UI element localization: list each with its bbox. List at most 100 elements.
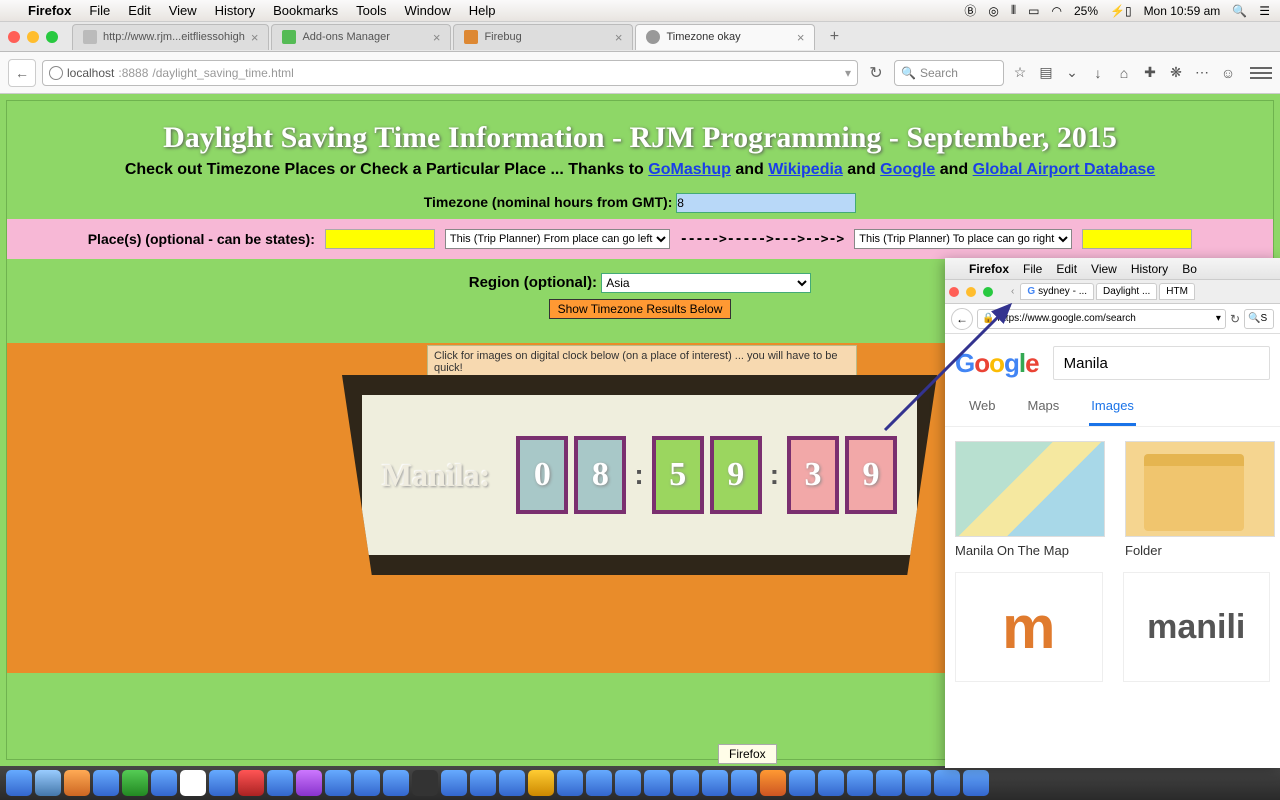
battery-icon[interactable]: ⚡▯ bbox=[1110, 4, 1132, 18]
dock-app-icon[interactable] bbox=[702, 770, 728, 796]
dock-app-icon[interactable] bbox=[876, 770, 902, 796]
place-from-input[interactable] bbox=[325, 229, 435, 249]
dock-app-icon[interactable] bbox=[789, 770, 815, 796]
dock-app-icon[interactable] bbox=[441, 770, 467, 796]
dock-app-icon[interactable] bbox=[93, 770, 119, 796]
close-window-button[interactable] bbox=[949, 287, 959, 297]
dock-app-icon[interactable] bbox=[963, 770, 989, 796]
gtab-web[interactable]: Web bbox=[967, 388, 998, 426]
result-card[interactable]: Manila On The Map bbox=[955, 441, 1105, 558]
show-results-button[interactable]: Show Timezone Results Below bbox=[549, 299, 732, 319]
dock-app-icon[interactable] bbox=[412, 770, 438, 796]
close-icon[interactable]: × bbox=[797, 30, 805, 45]
dock-app-icon[interactable] bbox=[615, 770, 641, 796]
timezone-select[interactable] bbox=[676, 193, 856, 213]
zoom-window-button[interactable] bbox=[983, 287, 993, 297]
result-card[interactable]: Folder bbox=[1125, 441, 1275, 558]
address-bar[interactable]: 🔒https://www.google.com/search▾ bbox=[977, 309, 1226, 329]
dock-app-icon[interactable] bbox=[296, 770, 322, 796]
back-button[interactable]: ← bbox=[951, 308, 973, 330]
close-window-button[interactable] bbox=[8, 31, 20, 43]
clipboard-icon[interactable]: ▤ bbox=[1036, 63, 1056, 83]
close-icon[interactable]: × bbox=[615, 30, 623, 45]
dock-app-icon[interactable] bbox=[586, 770, 612, 796]
ext-icon[interactable]: ❋ bbox=[1166, 63, 1186, 83]
dock-finder-icon[interactable] bbox=[6, 770, 32, 796]
dropdown-icon[interactable]: ▾ bbox=[845, 66, 851, 80]
status-icon[interactable]: ◎ bbox=[988, 4, 998, 18]
tab-timezone[interactable]: Timezone okay× bbox=[635, 24, 815, 50]
downloads-icon[interactable]: ↓ bbox=[1088, 63, 1108, 83]
dock-app-icon[interactable] bbox=[354, 770, 380, 796]
home-icon[interactable]: ⌂ bbox=[1114, 63, 1134, 83]
menu-bookmarks[interactable]: Bookmarks bbox=[273, 3, 338, 18]
bookmark-star-icon[interactable]: ☆ bbox=[1010, 63, 1030, 83]
place-to-input[interactable] bbox=[1082, 229, 1192, 249]
dock-app-icon[interactable] bbox=[64, 770, 90, 796]
dock-app-icon[interactable] bbox=[383, 770, 409, 796]
dock-app-icon[interactable] bbox=[267, 770, 293, 796]
address-bar[interactable]: localhost:8888/daylight_saving_time.html… bbox=[42, 60, 858, 86]
ext-icon[interactable]: ⋯ bbox=[1192, 63, 1212, 83]
menu-button[interactable] bbox=[1250, 67, 1272, 79]
dock-app-icon[interactable] bbox=[905, 770, 931, 796]
back-button[interactable]: ← bbox=[8, 59, 36, 87]
dock-app-icon[interactable] bbox=[238, 770, 264, 796]
menu-view[interactable]: View bbox=[169, 3, 197, 18]
result-logo[interactable]: manili bbox=[1123, 572, 1271, 682]
minimize-window-button[interactable] bbox=[27, 31, 39, 43]
region-select[interactable]: Asia bbox=[601, 273, 811, 293]
menu-view[interactable]: View bbox=[1091, 262, 1117, 276]
reload-button[interactable]: ↻ bbox=[864, 63, 888, 83]
dock-app-icon[interactable] bbox=[557, 770, 583, 796]
gtab-images[interactable]: Images bbox=[1089, 388, 1136, 426]
menu-bookmarks[interactable]: Bo bbox=[1182, 262, 1197, 276]
link-gomashup[interactable]: GoMashup bbox=[648, 161, 731, 178]
dock-app-icon[interactable] bbox=[731, 770, 757, 796]
minimize-window-button[interactable] bbox=[966, 287, 976, 297]
puzzle-icon[interactable]: ✚ bbox=[1140, 63, 1160, 83]
dock-app-icon[interactable] bbox=[180, 770, 206, 796]
tab-addons[interactable]: Add-ons Manager× bbox=[271, 24, 451, 50]
menubar-clock[interactable]: Mon 10:59 am bbox=[1144, 4, 1221, 18]
dock-app-icon[interactable] bbox=[325, 770, 351, 796]
result-logo[interactable]: m bbox=[955, 572, 1103, 682]
search-bar[interactable]: 🔍 Search bbox=[894, 60, 1004, 86]
dock-app-icon[interactable] bbox=[528, 770, 554, 796]
spotlight-icon[interactable]: 🔍 bbox=[1232, 4, 1247, 18]
search-bar[interactable]: 🔍S bbox=[1244, 309, 1274, 329]
new-tab-button[interactable]: + bbox=[823, 26, 845, 48]
menu-window[interactable]: Window bbox=[405, 3, 451, 18]
tab-sydney[interactable]: Gsydney - ... bbox=[1020, 283, 1094, 300]
status-icon[interactable]: ⦀ bbox=[1011, 3, 1016, 18]
dock-app-icon[interactable] bbox=[209, 770, 235, 796]
dock-app-icon[interactable] bbox=[644, 770, 670, 796]
dock-app-icon[interactable] bbox=[122, 770, 148, 796]
digital-clock[interactable]: Manila: 0 8 : 5 9 : 3 9 bbox=[362, 395, 917, 555]
notifications-icon[interactable]: ☰ bbox=[1259, 4, 1270, 18]
battery-percent[interactable]: 25% bbox=[1074, 4, 1098, 18]
airplay-icon[interactable]: ▭ bbox=[1028, 4, 1039, 18]
wifi-icon[interactable]: ◠ bbox=[1052, 4, 1062, 18]
link-google[interactable]: Google bbox=[880, 161, 935, 178]
reload-button[interactable]: ↻ bbox=[1230, 312, 1240, 326]
dock-app-icon[interactable] bbox=[499, 770, 525, 796]
google-logo[interactable]: Google bbox=[955, 348, 1039, 379]
app-name[interactable]: Firefox bbox=[28, 3, 71, 18]
dock-firefox-icon[interactable] bbox=[760, 770, 786, 796]
dock-app-icon[interactable] bbox=[151, 770, 177, 796]
menu-file[interactable]: File bbox=[89, 3, 110, 18]
app-name[interactable]: Firefox bbox=[969, 262, 1009, 276]
from-direction-select[interactable]: This (Trip Planner) From place can go le… bbox=[445, 229, 670, 249]
dock-app-icon[interactable] bbox=[818, 770, 844, 796]
menu-history[interactable]: History bbox=[1131, 262, 1168, 276]
tab-firebug[interactable]: Firebug× bbox=[453, 24, 633, 50]
dock-app-icon[interactable] bbox=[470, 770, 496, 796]
menu-edit[interactable]: Edit bbox=[128, 3, 150, 18]
dock-app-icon[interactable] bbox=[934, 770, 960, 796]
menu-file[interactable]: File bbox=[1023, 262, 1042, 276]
link-wikipedia[interactable]: Wikipedia bbox=[768, 161, 843, 178]
menu-history[interactable]: History bbox=[215, 3, 255, 18]
dock-app-icon[interactable] bbox=[35, 770, 61, 796]
pocket-icon[interactable]: ⌄ bbox=[1062, 63, 1082, 83]
